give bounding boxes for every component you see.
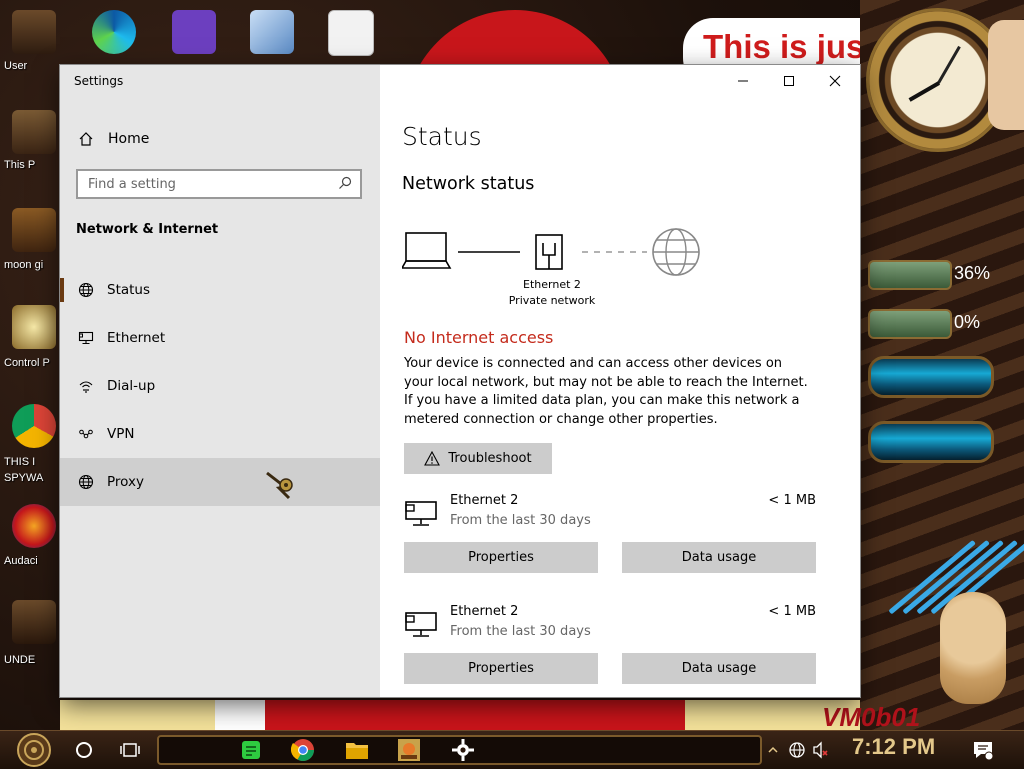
user-folder-icon[interactable] <box>12 10 56 54</box>
data-usage-button[interactable]: Data usage <box>622 653 816 684</box>
search-icon[interactable] <box>338 175 352 194</box>
connection-usage: < 1 MB <box>768 493 816 508</box>
desktop-icon-label: This P <box>4 159 36 171</box>
connection-summary: Ethernet 2 From the last 30 days < 1 MB <box>404 604 816 644</box>
laptop-icon <box>400 232 452 269</box>
home-label: Home <box>108 131 150 147</box>
window-title: Settings <box>74 74 124 88</box>
tube-meter <box>868 421 994 463</box>
edge-icon[interactable] <box>92 10 136 54</box>
sidebar-item-status[interactable]: Status <box>60 266 380 314</box>
desktop-icon-label: Audaci <box>4 555 38 567</box>
ethernet-port-icon <box>535 234 563 270</box>
sidebar-item-label: VPN <box>107 426 135 442</box>
section-heading: Network & Internet <box>76 222 219 237</box>
hamster-image <box>940 592 1006 704</box>
ethernet-adapter-icon <box>404 610 438 638</box>
desktop-icon-label: THIS I <box>4 456 36 468</box>
settings-content: Status Network status Ethernet 2 Private… <box>380 65 860 697</box>
folder-icon[interactable] <box>12 600 56 644</box>
connection-name: Ethernet 2 <box>450 604 519 619</box>
chrome-icon[interactable] <box>12 404 56 448</box>
search-input[interactable] <box>88 176 318 192</box>
sidebar-item-proxy[interactable]: Proxy <box>60 458 380 506</box>
desktop-icon-label: User <box>4 60 28 72</box>
home-icon <box>77 130 95 148</box>
file-explorer-icon[interactable] <box>342 731 372 769</box>
wallpaper-banner-text: This is jus <box>703 28 865 65</box>
maximize-button[interactable] <box>766 65 812 97</box>
connection-usage: < 1 MB <box>768 604 816 619</box>
page-title: Status <box>402 122 482 151</box>
cartoon-character <box>988 20 1024 130</box>
virtualbox-icon[interactable] <box>250 10 294 54</box>
show-hidden-icons-chevron-icon[interactable] <box>766 731 780 769</box>
cortana-icon[interactable] <box>70 731 98 769</box>
sidebar-item-ethernet[interactable]: Ethernet <box>60 314 380 362</box>
moon-icon[interactable] <box>12 208 56 252</box>
data-usage-button[interactable]: Data usage <box>622 542 816 573</box>
cpu-gauge <box>868 260 952 290</box>
globe-icon <box>77 281 95 299</box>
settings-sidebar: Settings Home Network & Internet Status <box>60 65 380 697</box>
desktop-icon-label: Control P <box>4 357 50 369</box>
settings-gear-icon[interactable] <box>448 731 478 769</box>
hxd-icon[interactable] <box>328 10 374 56</box>
sidebar-item-label: Proxy <box>107 474 144 490</box>
task-view-icon[interactable] <box>115 731 145 769</box>
game-app-icon[interactable] <box>394 731 424 769</box>
internet-globe-icon <box>652 228 700 276</box>
tube-meter <box>868 356 994 398</box>
chrome-icon[interactable] <box>288 731 318 769</box>
sidebar-item-label: Status <box>107 282 151 298</box>
network-globe-icon[interactable] <box>786 731 808 769</box>
globe-icon <box>77 473 95 491</box>
ethernet-icon <box>77 329 95 347</box>
visual-studio-icon[interactable] <box>172 10 216 54</box>
sidebar-item-label: Dial-up <box>107 378 156 394</box>
taskbar-clock[interactable]: 7:12 PM <box>852 734 935 760</box>
settings-window: Settings Home Network & Internet Status <box>60 65 860 697</box>
warning-icon <box>424 451 441 466</box>
notes-app-icon[interactable] <box>236 731 266 769</box>
properties-button[interactable]: Properties <box>404 653 598 684</box>
desktop-icon-label: SPYWA <box>4 472 44 484</box>
minimize-button[interactable] <box>720 65 766 97</box>
settings-search-box[interactable] <box>76 169 362 199</box>
control-panel-icon[interactable] <box>12 305 56 349</box>
sidebar-item-vpn[interactable]: VPN <box>60 410 380 458</box>
dialup-icon <box>77 377 95 395</box>
properties-button[interactable]: Properties <box>404 542 598 573</box>
vpn-icon <box>77 425 95 443</box>
audacity-icon[interactable] <box>12 504 56 548</box>
this-pc-icon[interactable] <box>12 110 56 154</box>
sidebar-item-label: Ethernet <box>107 330 166 346</box>
notifications-icon[interactable] <box>970 731 996 769</box>
memory-gauge <box>868 309 952 339</box>
connection-status-title: No Internet access <box>404 328 554 347</box>
memory-gauge-label: 0% <box>954 312 981 332</box>
start-button[interactable] <box>12 731 56 769</box>
wallpaper-bottom-strip <box>60 700 860 732</box>
close-button[interactable] <box>812 65 858 97</box>
sidebar-item-dialup[interactable]: Dial-up <box>60 362 380 410</box>
home-nav-item[interactable]: Home <box>77 127 377 151</box>
connection-period: From the last 30 days <box>450 624 591 639</box>
adapter-name: Ethernet 2 <box>523 278 581 291</box>
cpu-gauge-label: 36% <box>954 263 991 283</box>
connection-period: From the last 30 days <box>450 513 591 528</box>
desktop-icon-label: moon gi <box>4 259 44 271</box>
volume-muted-icon[interactable] <box>810 731 832 769</box>
network-type: Private network <box>508 294 596 307</box>
network-status-heading: Network status <box>402 174 535 194</box>
ethernet-adapter-icon <box>404 499 438 527</box>
desktop-icon-label: UNDE <box>4 654 36 666</box>
connection-summary: Ethernet 2 From the last 30 days < 1 MB <box>404 493 816 533</box>
connection-status-description: Your device is connected and can access … <box>404 356 808 427</box>
troubleshoot-button[interactable]: Troubleshoot <box>404 443 552 474</box>
watermark-text: VM0b01 <box>822 702 921 732</box>
connection-name: Ethernet 2 <box>450 493 519 508</box>
troubleshoot-label: Troubleshoot <box>448 451 532 466</box>
mouse-cursor-icon <box>265 471 299 501</box>
